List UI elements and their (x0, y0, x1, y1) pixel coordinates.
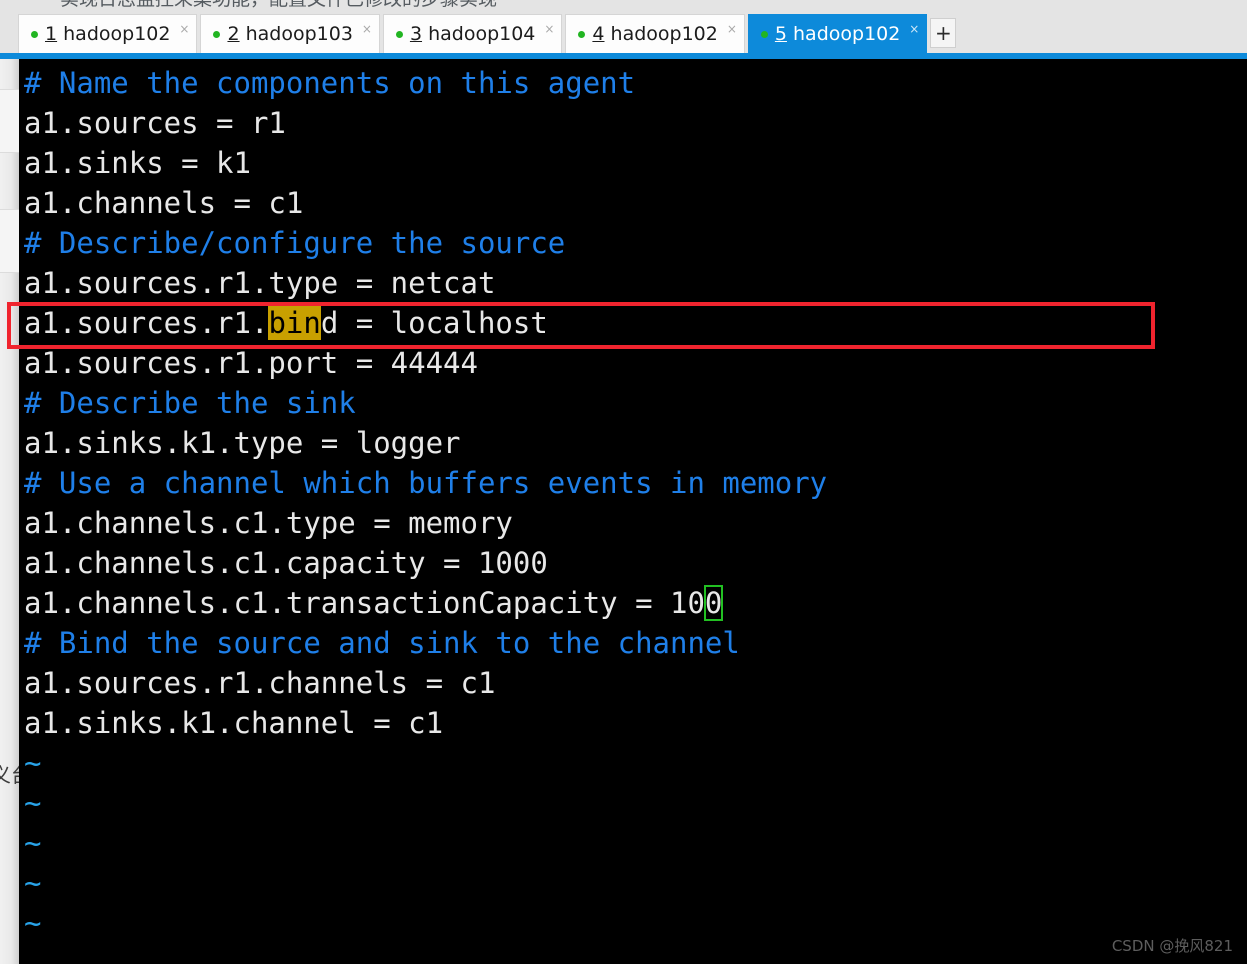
tab-label: 2 hadoop103 (227, 22, 353, 45)
tab-close-icon[interactable]: × (544, 23, 554, 35)
tab-status-dot (31, 30, 38, 38)
terminal-line: a1.channels.c1.capacity = 1000 (24, 546, 548, 580)
tab-hostname: hadoop102 (604, 22, 718, 45)
session-tab-bar[interactable]: 1 hadoop102 × 2 hadoop103 × 3 hadoop104 × 4 ha… (0, 14, 1247, 53)
cut-off-header-text: 实现日志监控采集功能，配置文件已修改的步骤实现 (60, 0, 497, 11)
terminal-line: ~ (24, 866, 42, 900)
tab-close-icon[interactable]: × (909, 23, 919, 35)
tab-hostname: hadoop103 (239, 22, 353, 45)
tab-status-dot (395, 30, 403, 38)
line-text-pre: a1.channels.c1.transactionCapacity = 10 (24, 586, 705, 620)
tab-status-dot (760, 30, 768, 38)
session-tab-1[interactable]: 1 hadoop102 × (18, 14, 198, 53)
line-text-pre: a1.sources.r1. (24, 306, 269, 340)
tab-status-dot (578, 30, 586, 38)
session-tab-5[interactable]: 5 hadoop102 × (747, 14, 928, 53)
tab-status-dot (213, 30, 221, 38)
terminal-line: ~ (24, 786, 42, 820)
tab-index: 2 (227, 22, 240, 45)
terminal-line: ~ (24, 906, 42, 940)
left-side-panel-sliver[interactable]: 义台 (0, 59, 19, 964)
tab-index: 1 (45, 22, 58, 45)
terminal-line: # Name the components on this agent (24, 66, 636, 100)
tab-index: 5 (774, 22, 787, 45)
terminal-line: a1.sources.r1.port = 44444 (24, 346, 478, 380)
terminal-line: ~ (24, 826, 42, 860)
terminal-line: # Use a channel which buffers events in … (24, 466, 828, 500)
left-gutter-cut-text: 义台 (0, 763, 19, 787)
tab-close-icon[interactable]: × (362, 23, 372, 35)
terminal-line: a1.sinks = k1 (24, 146, 251, 180)
terminal-line: a1.sources.r1.type = netcat (24, 266, 496, 300)
terminal-line: # Bind the source and sink to the channe… (24, 626, 740, 660)
terminal-line: a1.sinks.k1.type = logger (24, 426, 461, 460)
terminal-line: a1.channels.c1.type = memory (24, 506, 513, 540)
session-tab-2[interactable]: 2 hadoop103 × (200, 14, 380, 53)
terminal-line: a1.sources.r1.bind = localhost (24, 303, 1247, 343)
terminal-line: # Describe/configure the source (24, 226, 566, 260)
tab-hostname: hadoop102 (786, 22, 901, 45)
terminal-line: a1.channels = c1 (24, 186, 304, 220)
tab-label: 1 hadoop102 (45, 22, 171, 45)
tab-label: 5 hadoop102 (774, 22, 901, 45)
cut-off-header-strip: 实现日志监控采集功能，配置文件已修改的步骤实现 (0, 0, 1247, 14)
tab-label: 3 hadoop104 (409, 22, 536, 45)
tab-index: 3 (409, 22, 423, 45)
session-tab-3[interactable]: 3 hadoop104 × (382, 14, 563, 53)
watermark: CSDN @挽风821 (1111, 937, 1233, 955)
tab-hostname: hadoop104 (422, 22, 536, 45)
terminal-line: a1.sinks.k1.channel = c1 (24, 706, 444, 740)
tab-label: 4 hadoop102 (592, 22, 718, 45)
terminal-line: # Describe the sink (24, 386, 356, 420)
tab-close-icon[interactable]: × (727, 23, 737, 35)
text-cursor: 0 (703, 585, 724, 621)
tab-close-icon[interactable]: × (179, 23, 189, 35)
tab-hostname: hadoop102 (57, 22, 171, 45)
search-match-highlight: bin (268, 306, 321, 340)
line-text-post: d = localhost (320, 306, 548, 340)
terminal-line: a1.sources = r1 (24, 106, 286, 140)
add-tab-button[interactable]: + (930, 18, 957, 48)
terminal-line: ~ (24, 746, 42, 780)
terminal-content[interactable]: # Name the components on this agent a1.so… (19, 59, 1247, 964)
session-tab-4[interactable]: 4 hadoop102 × (565, 14, 745, 53)
terminal-window: 实现日志监控采集功能，配置文件已修改的步骤实现 1 hadoop102×2 ha… (0, 0, 1247, 964)
terminal-line: a1.channels.c1.transactionCapacity = 100 (24, 583, 1247, 623)
terminal-line: a1.sources.r1.channels = c1 (24, 666, 496, 700)
tab-index: 4 (592, 22, 605, 45)
